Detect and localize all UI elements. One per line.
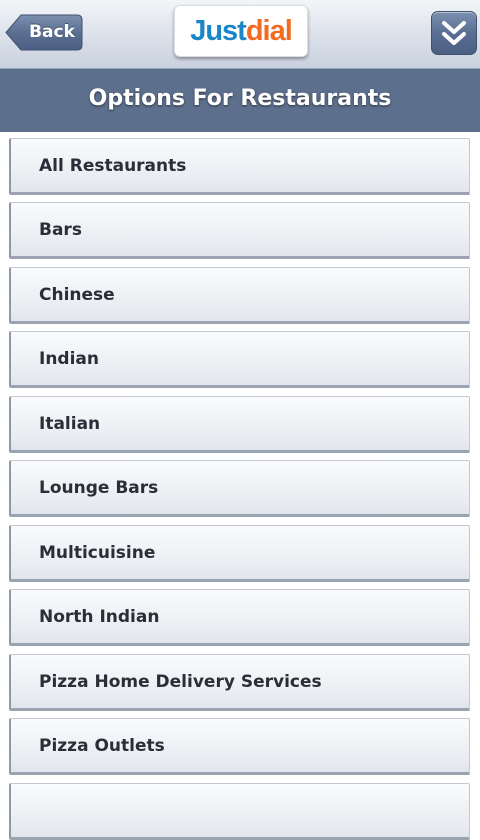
list-item-label: Chinese	[39, 285, 115, 305]
options-list: All Restaurants Bars Chinese Indian Ital…	[0, 132, 480, 840]
list-item-label: Multicuisine	[39, 543, 156, 563]
top-bar: Back Justdial	[0, 0, 480, 69]
double-chevron-down-icon	[442, 21, 466, 45]
back-button[interactable]: Back	[5, 14, 83, 51]
list-item[interactable]: Italian	[9, 396, 470, 453]
page-title: Options For Restaurants	[88, 86, 392, 111]
list-item[interactable]: Multicuisine	[9, 525, 470, 582]
list-item[interactable]: Pizza Outlets	[9, 718, 470, 775]
list-item[interactable]: Bars	[9, 202, 470, 259]
list-item[interactable]: Indian	[9, 331, 470, 388]
list-item[interactable]: All Restaurants	[9, 138, 470, 195]
menu-button[interactable]	[431, 11, 477, 55]
list-item[interactable]: Lounge Bars	[9, 460, 470, 517]
list-item[interactable]: Pizza Home Delivery Services	[9, 654, 470, 711]
logo-dial-text: dial	[245, 15, 293, 47]
list-item-label: Lounge Bars	[39, 478, 159, 498]
justdial-logo: Justdial	[174, 5, 308, 57]
list-item-label: North Indian	[39, 607, 160, 627]
list-item-label: Pizza Home Delivery Services	[39, 672, 322, 692]
list-item-label: Italian	[39, 414, 101, 434]
title-bar: Options For Restaurants	[0, 69, 480, 132]
list-item-label: Bars	[39, 220, 82, 240]
list-item-label: All Restaurants	[39, 156, 187, 176]
logo-just-text: Just	[190, 15, 247, 47]
back-button-label: Back	[29, 22, 75, 42]
list-item-label: Pizza Outlets	[39, 736, 165, 756]
list-item[interactable]: Chinese	[9, 267, 470, 324]
list-item[interactable]	[9, 783, 470, 840]
list-item-label: Indian	[39, 349, 99, 369]
list-item[interactable]: North Indian	[9, 589, 470, 646]
